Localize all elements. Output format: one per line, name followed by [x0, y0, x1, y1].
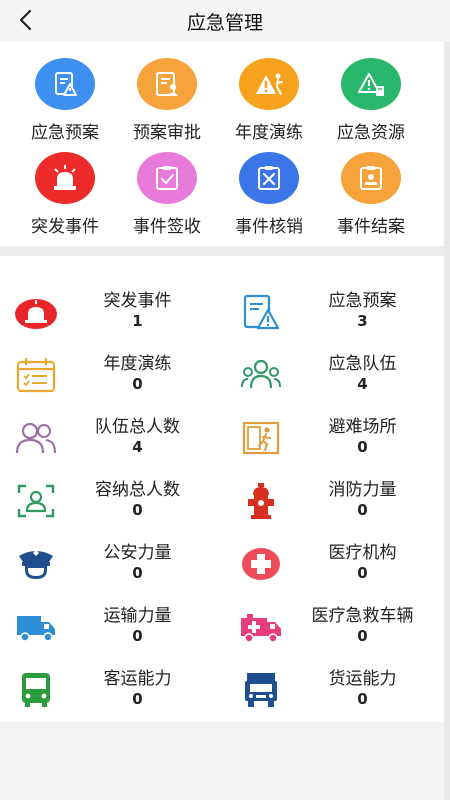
sign-receive-icon: [156, 166, 178, 190]
stat-label: 应急队伍: [328, 354, 397, 374]
stat-value: 0: [357, 501, 368, 519]
grid-item-sudden-event[interactable]: 突发事件: [15, 152, 115, 237]
stat-value: 4: [357, 375, 368, 393]
sign-circle: [137, 152, 197, 204]
stat-label: 避难场所: [328, 417, 397, 437]
stat-label: 运输力量: [103, 606, 172, 626]
stat-passenger-capacity[interactable]: 客运能力 0: [0, 660, 225, 722]
stat-label: 应急预案: [328, 291, 397, 311]
fire-hydrant-icon: [248, 483, 274, 519]
event-circle: [35, 152, 95, 204]
grid-label: 预案审批: [133, 123, 201, 143]
stat-label: 突发事件: [103, 291, 172, 311]
stat-label: 年度演练: [103, 354, 172, 374]
stat-police-force[interactable]: 公安力量 0: [0, 534, 225, 596]
grid-item-plan-approval[interactable]: 预案审批: [117, 58, 217, 143]
function-grid: 应急预案 预案审批 年度演练 应急资源 突发事件 事件签收 事件核销 事件结案: [0, 42, 450, 246]
stat-label: 医疗急救车辆: [311, 606, 414, 626]
stat-label: 货运能力: [328, 669, 397, 689]
document-warning-icon: [55, 72, 77, 96]
stat-value: 4: [132, 438, 143, 456]
stat-freight-capacity[interactable]: 货运能力 0: [225, 660, 450, 722]
drill-icon: [256, 73, 283, 95]
approval-circle: [137, 58, 197, 110]
grid-label: 应急资源: [337, 123, 405, 143]
section-divider: [0, 246, 450, 256]
resource-warning-icon: [358, 73, 384, 96]
stat-emergency-plan[interactable]: 应急预案 3: [225, 282, 450, 344]
stat-transport-force[interactable]: 运输力量 0: [0, 597, 225, 659]
grid-item-annual-drill[interactable]: 年度演练: [219, 58, 319, 143]
stat-value: 0: [132, 627, 143, 645]
stat-capacity[interactable]: 容纳总人数 0: [0, 471, 225, 533]
page-edge: [444, 42, 450, 800]
grid-item-event-sign[interactable]: 事件签收: [117, 152, 217, 237]
stat-team-members[interactable]: 队伍总人数 4: [0, 408, 225, 470]
stat-medical-institution[interactable]: 医疗机构 0: [225, 534, 450, 596]
resources-circle: [341, 58, 401, 110]
grid-item-emergency-resources[interactable]: 应急资源: [321, 58, 421, 143]
nav-bar: 应急管理: [0, 0, 450, 42]
stat-label: 容纳总人数: [95, 480, 180, 500]
plan-circle: [35, 58, 95, 110]
grid-label: 事件结案: [337, 217, 405, 237]
bus-icon: [22, 673, 50, 707]
stat-fire-force[interactable]: 消防力量 0: [225, 471, 450, 533]
grid-item-emergency-plan[interactable]: 应急预案: [15, 58, 115, 143]
grid-label: 年度演练: [235, 123, 303, 143]
grid-item-event-cancel[interactable]: 事件核销: [219, 152, 319, 237]
document-approval-icon: [156, 72, 178, 96]
stat-value: 0: [357, 690, 368, 708]
stat-ambulance[interactable]: 医疗急救车辆 0: [225, 597, 450, 659]
stat-label: 客运能力: [103, 669, 172, 689]
stat-value: 0: [132, 375, 143, 393]
close-case-circle: [341, 152, 401, 204]
stat-value: 3: [357, 312, 368, 330]
grid-label: 事件签收: [133, 217, 201, 237]
stat-value: 0: [357, 438, 368, 456]
grid-label: 事件核销: [235, 217, 303, 237]
stat-label: 队伍总人数: [95, 417, 180, 437]
stat-label: 消防力量: [328, 480, 397, 500]
cancel-circle: [239, 152, 299, 204]
stat-value: 0: [357, 564, 368, 582]
stat-value: 1: [132, 312, 143, 330]
grid-item-event-close[interactable]: 事件结案: [321, 152, 421, 237]
stat-label: 医疗机构: [328, 543, 397, 563]
alarm-light-icon: [54, 165, 76, 190]
stats-list: 突发事件 1 应急预案 3 年度演练 0 应急队伍 4 队伍总人数 4 避难场所…: [0, 256, 450, 722]
page-title: 应急管理: [186, 12, 263, 34]
grid-label: 应急预案: [31, 123, 99, 143]
cancel-clipboard-icon: [258, 166, 280, 190]
grid-label: 突发事件: [31, 217, 99, 237]
stat-value: 0: [357, 627, 368, 645]
stat-value: 0: [132, 501, 143, 519]
stat-label: 公安力量: [103, 543, 172, 563]
stat-sudden-event[interactable]: 突发事件 1: [0, 282, 225, 344]
stat-value: 0: [132, 564, 143, 582]
stat-emergency-team[interactable]: 应急队伍 4: [225, 345, 450, 407]
case-close-icon: [360, 166, 382, 190]
stat-annual-drill[interactable]: 年度演练 0: [0, 345, 225, 407]
stat-shelter[interactable]: 避难场所 0: [225, 408, 450, 470]
stat-value: 0: [132, 690, 143, 708]
drill-circle: [239, 58, 299, 110]
